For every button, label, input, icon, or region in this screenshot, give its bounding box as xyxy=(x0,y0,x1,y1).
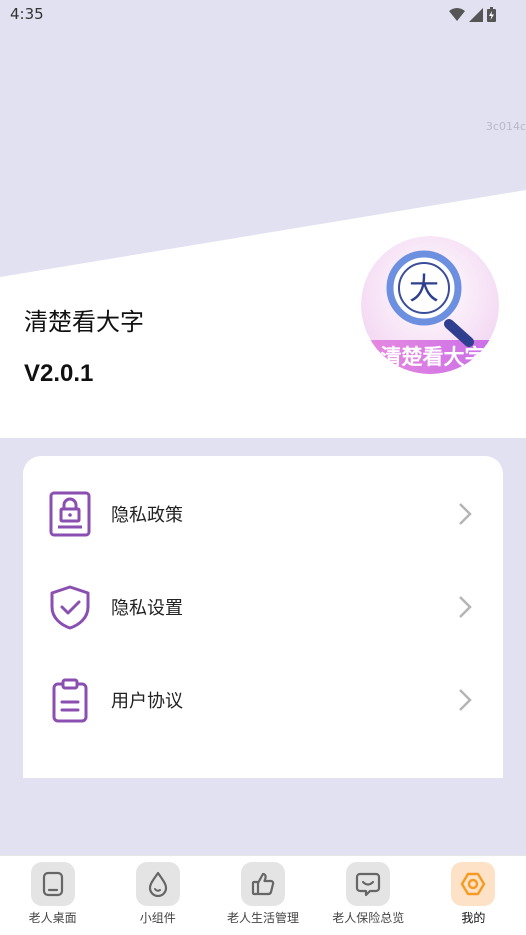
nav-item-elderly-desktop[interactable]: 老人桌面 xyxy=(0,856,105,935)
chat-smile-icon xyxy=(346,862,391,906)
bottom-navigation: 老人桌面 小组件 老人生活管理 老人保险总览 我的 xyxy=(0,855,526,935)
menu-item-privacy-policy[interactable]: 隐私政策 xyxy=(23,484,503,544)
wifi-icon xyxy=(449,7,465,21)
hexagon-icon xyxy=(451,862,496,906)
battery-icon xyxy=(487,7,496,22)
menu-item-privacy-settings[interactable]: 隐私设置 xyxy=(23,577,503,637)
menu-label-privacy-settings: 隐私设置 xyxy=(111,598,183,619)
settings-card: 隐私政策 隐私设置 用户协议 xyxy=(23,456,503,778)
nav-label: 老人桌面 xyxy=(28,911,77,925)
app-name: 清楚看大字 xyxy=(24,308,144,336)
nav-label: 老人保险总览 xyxy=(332,911,405,925)
app-logo: 大 清楚看大字 xyxy=(361,236,499,374)
chevron-right-icon xyxy=(459,503,472,525)
nav-label: 小组件 xyxy=(139,911,176,925)
thumbs-up-icon xyxy=(241,862,285,906)
status-bar: 4:35 xyxy=(0,0,526,30)
logo-char: 大 xyxy=(409,272,439,307)
status-time: 4:35 xyxy=(10,5,44,23)
nav-item-life-management[interactable]: 老人生活管理 xyxy=(210,856,315,935)
status-icons xyxy=(449,7,496,22)
menu-label-user-agreement: 用户协议 xyxy=(111,691,183,712)
chevron-right-icon xyxy=(459,596,472,618)
droplet-icon xyxy=(135,862,180,906)
nav-item-mine[interactable]: 我的 xyxy=(421,856,526,935)
privacy-document-lock-icon xyxy=(47,489,93,539)
magnifier-logo-icon: 大 清楚看大字 xyxy=(361,236,499,374)
menu-item-user-agreement[interactable]: 用户协议 xyxy=(23,670,503,730)
watermark: 3c014c xyxy=(485,120,526,133)
app-version: V2.0.1 xyxy=(24,360,94,387)
clipboard-icon xyxy=(47,675,93,725)
chevron-right-icon xyxy=(459,689,472,711)
nav-item-widgets[interactable]: 小组件 xyxy=(105,856,210,935)
shield-check-icon xyxy=(47,582,93,632)
menu-label-privacy-policy: 隐私政策 xyxy=(111,505,183,526)
nav-label: 我的 xyxy=(461,911,486,925)
tablet-icon xyxy=(30,862,75,906)
nav-label: 老人生活管理 xyxy=(227,911,300,925)
nav-item-insurance-overview[interactable]: 老人保险总览 xyxy=(316,856,421,935)
signal-icon xyxy=(469,7,483,22)
